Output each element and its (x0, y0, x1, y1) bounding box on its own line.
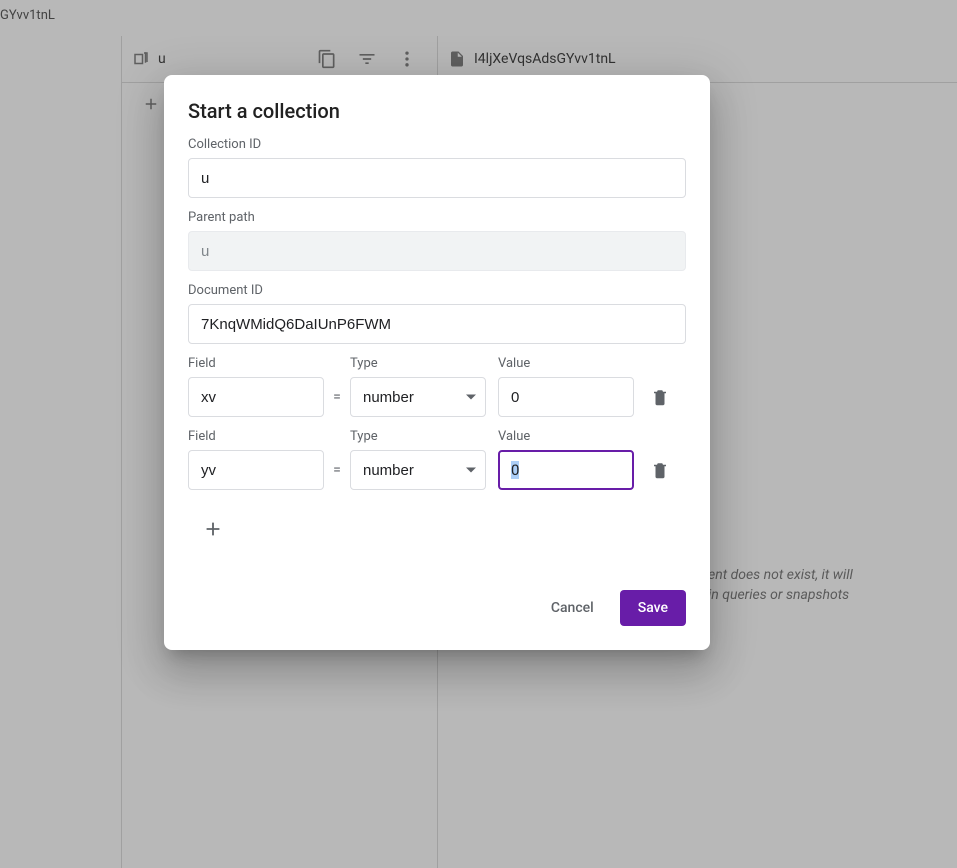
field-row: Field = Type Value 0 (188, 429, 686, 490)
delete-field-button[interactable] (640, 377, 680, 417)
equals-separator: = (324, 462, 350, 490)
document-id-label: Document ID (188, 283, 686, 298)
dialog-title: Start a collection (188, 99, 686, 123)
type-select[interactable] (350, 377, 486, 417)
field-label: Field (188, 429, 324, 444)
delete-field-button[interactable] (640, 450, 680, 490)
modal-overlay[interactable]: Start a collection Collection ID Parent … (0, 0, 957, 868)
dialog-actions: Cancel Save (188, 590, 686, 626)
document-id-input[interactable] (188, 304, 686, 344)
start-collection-dialog: Start a collection Collection ID Parent … (164, 75, 710, 650)
value-label: Value (498, 356, 634, 371)
type-select-value[interactable] (350, 450, 486, 490)
cancel-button[interactable]: Cancel (533, 590, 612, 626)
collection-id-input[interactable] (188, 158, 686, 198)
collection-id-label: Collection ID (188, 137, 686, 152)
field-value-input[interactable]: 0 (498, 450, 634, 490)
field-name-input[interactable] (188, 377, 324, 417)
parent-path-label: Parent path (188, 210, 686, 225)
type-select-value[interactable] (350, 377, 486, 417)
add-field-button[interactable] (202, 518, 226, 542)
type-label: Type (350, 429, 486, 444)
value-label: Value (498, 429, 634, 444)
field-label: Field (188, 356, 324, 371)
equals-separator: = (324, 389, 350, 417)
type-label: Type (350, 356, 486, 371)
field-row: Field = Type Value (188, 356, 686, 417)
save-button[interactable]: Save (620, 590, 686, 626)
parent-path-input (188, 231, 686, 271)
field-value-input[interactable] (498, 377, 634, 417)
type-select[interactable] (350, 450, 486, 490)
field-name-input[interactable] (188, 450, 324, 490)
